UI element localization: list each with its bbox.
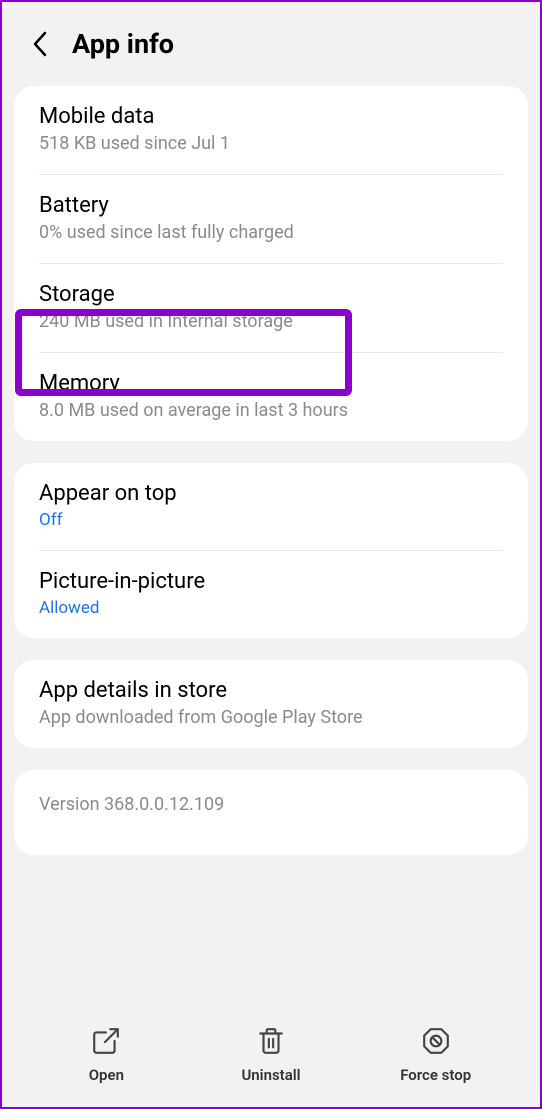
force-stop-button[interactable]: Force stop [353,1026,518,1084]
back-icon[interactable] [30,34,50,54]
version-card: Version 368.0.0.12.109 [14,770,528,855]
appear-on-top-title: Appear on top [39,481,503,506]
appear-on-top-status: Off [39,510,503,530]
open-icon [91,1026,121,1056]
battery-title: Battery [39,193,503,218]
memory-item[interactable]: Memory 8.0 MB used on average in last 3 … [14,353,528,441]
app-details-item[interactable]: App details in store App downloaded from… [14,660,528,748]
permissions-card: Appear on top Off Picture-in-picture All… [14,463,528,638]
appear-on-top-item[interactable]: Appear on top Off [14,463,528,550]
memory-sub: 8.0 MB used on average in last 3 hours [39,400,503,421]
uninstall-label: Uninstall [241,1066,300,1084]
header: App info [2,2,540,86]
open-label: Open [89,1066,124,1084]
storage-item[interactable]: Storage 240 MB used in Internal storage [14,264,528,352]
storage-sub: 240 MB used in Internal storage [39,311,503,332]
page-title: App info [72,28,174,60]
store-card: App details in store App downloaded from… [14,660,528,748]
app-details-sub: App downloaded from Google Play Store [39,707,503,728]
pip-item[interactable]: Picture-in-picture Allowed [14,551,528,638]
app-details-title: App details in store [39,678,503,703]
pip-title: Picture-in-picture [39,569,503,594]
open-button[interactable]: Open [24,1026,189,1084]
usage-card: Mobile data 518 KB used since Jul 1 Batt… [14,86,528,441]
force-stop-label: Force stop [400,1066,471,1084]
pip-status: Allowed [39,598,503,618]
storage-title: Storage [39,282,503,307]
mobile-data-item[interactable]: Mobile data 518 KB used since Jul 1 [14,86,528,174]
battery-sub: 0% used since last fully charged [39,222,503,243]
version-text: Version 368.0.0.12.109 [39,794,503,815]
battery-item[interactable]: Battery 0% used since last fully charged [14,175,528,263]
memory-title: Memory [39,371,503,396]
uninstall-button[interactable]: Uninstall [189,1026,354,1084]
bottom-bar: Open Uninstall Force stop [4,999,538,1107]
stop-icon [421,1026,451,1056]
mobile-data-sub: 518 KB used since Jul 1 [39,133,503,154]
trash-icon [256,1026,286,1056]
mobile-data-title: Mobile data [39,104,503,129]
